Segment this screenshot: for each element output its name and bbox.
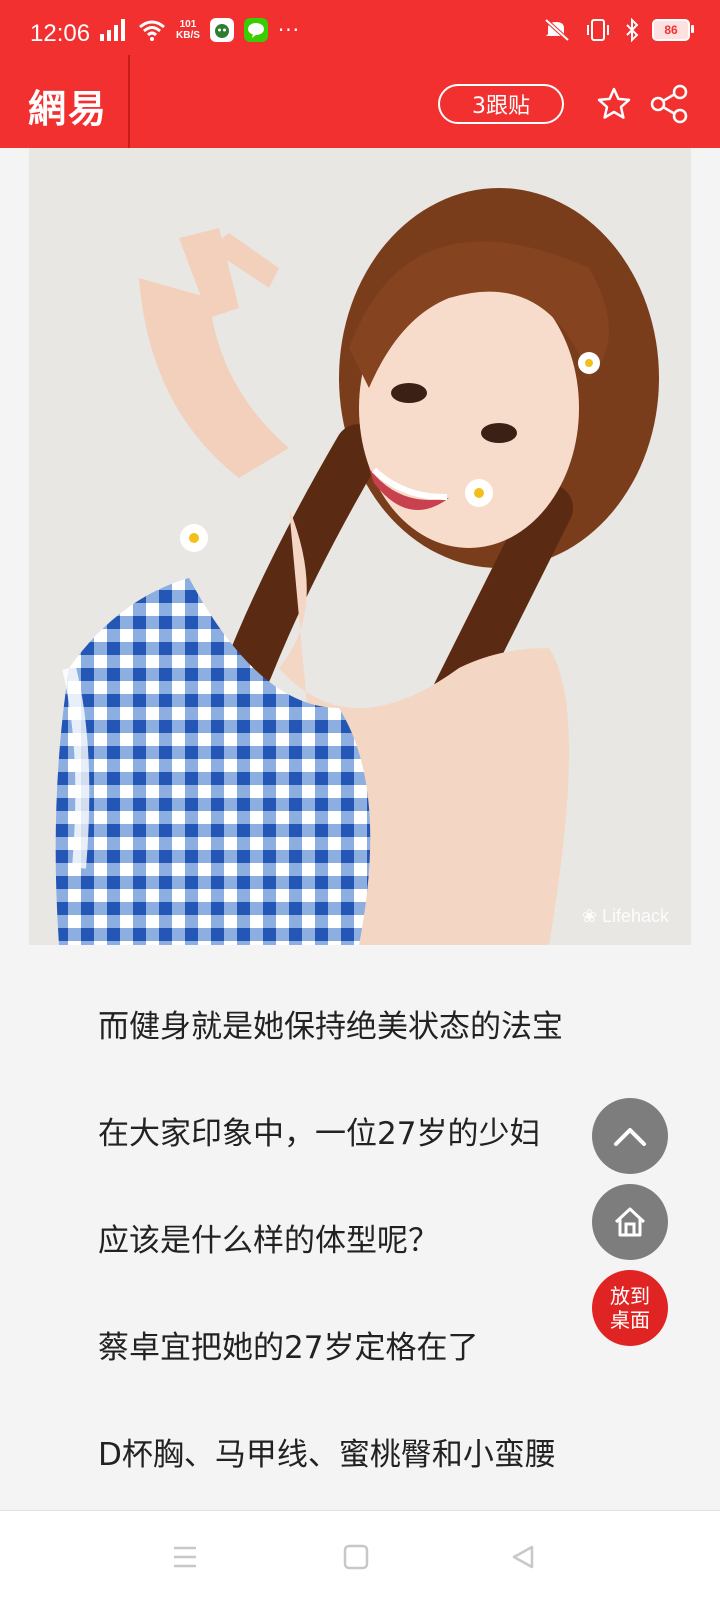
mute-icon: [544, 18, 570, 42]
recent-apps-icon[interactable]: [343, 1544, 369, 1570]
netease-logo[interactable]: 網易: [28, 78, 108, 133]
add-to-desktop-button[interactable]: 放到 桌面: [592, 1270, 668, 1346]
watermark-label: ❀ Lifehack: [582, 906, 669, 927]
wifi-icon: [139, 20, 165, 41]
cat-app-icon: [214, 24, 229, 38]
watermark-text: Lifehack: [601, 906, 669, 926]
article-photo[interactable]: ❀ Lifehack: [29, 148, 691, 945]
battery-indicator: 86: [652, 19, 694, 41]
status-bar: 12:06 101 KB/S ··· 86: [0, 0, 720, 70]
add-to-desktop-label-1: 放到: [610, 1284, 650, 1308]
scroll-to-top-button[interactable]: [592, 1098, 668, 1174]
net-speed-value: 101: [179, 19, 197, 30]
chevron-up-icon: [614, 1128, 646, 1146]
system-navigation-bar: [0, 1510, 720, 1601]
bluetooth-icon: [626, 18, 639, 42]
status-time: 12:06: [30, 20, 91, 47]
chat-bubble-icon: [247, 23, 264, 38]
app-header: 網易 3跟贴: [0, 55, 720, 148]
share-icon[interactable]: [650, 84, 690, 124]
add-to-desktop-label-2: 桌面: [610, 1308, 650, 1332]
notification-app-icon: [209, 18, 234, 42]
article-paragraph: 蔡卓宜把她的27岁定格在了: [98, 1330, 479, 1366]
net-speed-unit: KB/S: [176, 30, 200, 41]
comments-button[interactable]: 3跟贴: [438, 84, 564, 124]
article-paragraph: 应该是什么样的体型呢？: [98, 1223, 439, 1259]
net-speed: 101 KB/S: [176, 19, 200, 41]
signal-icon: [100, 19, 125, 41]
status-right-icons: 86: [544, 18, 694, 42]
article-paragraph: 在大家印象中，一位27岁的少妇: [98, 1116, 541, 1152]
status-left-icons: 101 KB/S ···: [100, 18, 300, 42]
article-paragraph: 而健身就是她保持绝美状态的法宝: [98, 1009, 563, 1045]
line-app-icon: [243, 18, 268, 42]
menu-icon[interactable]: [172, 1544, 198, 1570]
header-divider: [128, 55, 130, 148]
photo-illustration: [29, 148, 691, 945]
wechat-icon: ❀: [581, 906, 602, 926]
back-icon[interactable]: [510, 1544, 536, 1570]
home-button[interactable]: [592, 1184, 668, 1260]
star-icon[interactable]: [596, 86, 632, 122]
home-icon: [614, 1207, 646, 1237]
article-body: 而健身就是她保持绝美状态的法宝 在大家印象中，一位27岁的少妇 应该是什么样的体…: [98, 1005, 618, 1540]
more-notifications: ···: [277, 18, 300, 42]
vibrate-icon: [587, 19, 609, 41]
